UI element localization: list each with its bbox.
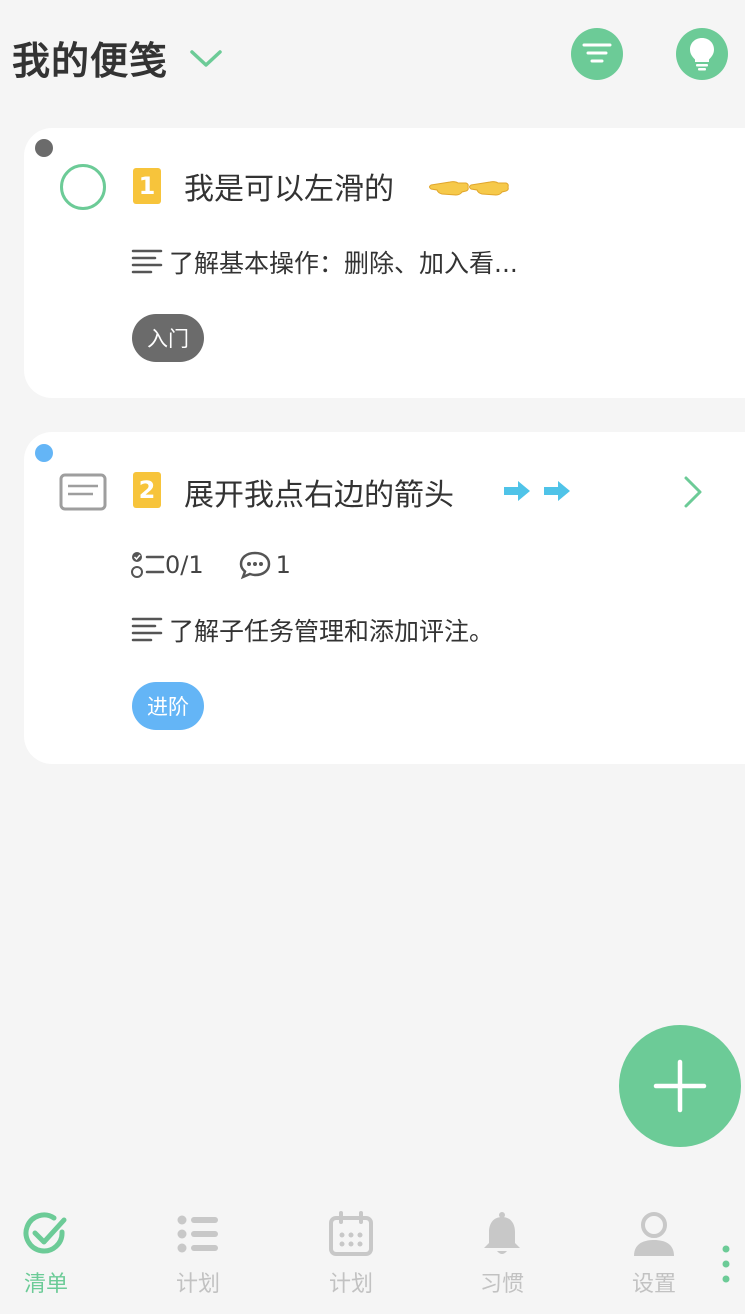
note-card[interactable]: 1 我是可以左滑的 了解基本操作：删除、加入看... 入门 bbox=[24, 128, 745, 398]
text-lines-icon bbox=[131, 617, 163, 642]
nav-item-habit[interactable]: 习惯 bbox=[442, 1210, 562, 1306]
plus-icon bbox=[653, 1059, 707, 1113]
bottom-nav: 清单 计划 计划 习惯 设置 bbox=[0, 1196, 745, 1314]
filter-button[interactable] bbox=[571, 28, 623, 80]
calendar-icon bbox=[329, 1211, 373, 1256]
description-text: 了解基本操作：删除、加入看... bbox=[169, 249, 518, 278]
page-title: 我的便笺 bbox=[12, 39, 169, 83]
card-title: 展开我点右边的箭头 bbox=[184, 478, 454, 513]
nav-label: 习惯 bbox=[479, 1272, 524, 1297]
chevron-down-icon bbox=[190, 49, 222, 67]
tag-badge[interactable]: 入门 bbox=[132, 314, 204, 362]
app-screen: 我的便笺 1 我是可以左滑的 了解基本操作：删除、加入看... 入门 2 展开我… bbox=[0, 0, 745, 1314]
lightbulb-button[interactable] bbox=[676, 28, 728, 80]
color-dot bbox=[35, 139, 53, 157]
subtask-count: 0/1 bbox=[131, 550, 204, 580]
pointing-left-icon bbox=[429, 181, 509, 196]
nav-label: 计划 bbox=[328, 1272, 373, 1297]
description-row: 了解子任务管理和添加评注。 bbox=[131, 612, 494, 648]
stats-row: 0/1 1 bbox=[131, 550, 291, 580]
note-card[interactable]: 2 展开我点右边的箭头 0/1 1 了解子任务管理和添加评注。 进阶 bbox=[24, 432, 745, 764]
description-row: 了解基本操作：删除、加入看... bbox=[131, 244, 518, 280]
title-selector[interactable]: 我的便笺 bbox=[12, 30, 224, 85]
card-title: 我是可以左滑的 bbox=[184, 172, 394, 207]
comment-text: 1 bbox=[275, 551, 291, 579]
nav-item-calendar[interactable]: 计划 bbox=[291, 1210, 411, 1306]
nav-item-list[interactable]: 清单 bbox=[0, 1210, 106, 1306]
nav-label: 清单 bbox=[23, 1272, 68, 1297]
header: 我的便笺 bbox=[0, 0, 745, 110]
nav-label: 计划 bbox=[175, 1272, 220, 1297]
priority-badge: 1 bbox=[133, 168, 161, 204]
nav-label: 设置 bbox=[631, 1272, 676, 1297]
bell-icon bbox=[484, 1212, 520, 1254]
note-card-icon bbox=[59, 473, 107, 511]
description-text: 了解子任务管理和添加评注。 bbox=[169, 617, 495, 646]
comment-icon bbox=[239, 551, 270, 580]
nav-item-plan[interactable]: 计划 bbox=[138, 1210, 258, 1306]
color-dot bbox=[35, 444, 53, 462]
text-lines-icon bbox=[131, 249, 163, 274]
filter-icon bbox=[582, 43, 612, 63]
lightbulb-icon bbox=[690, 38, 714, 71]
subtask-icon bbox=[131, 552, 165, 578]
priority-badge: 2 bbox=[133, 472, 161, 508]
checkmark-circle-icon bbox=[23, 1212, 67, 1254]
nav-item-settings[interactable]: 设置 bbox=[594, 1210, 714, 1306]
comment-count: 1 bbox=[238, 550, 291, 580]
expand-arrow-icon[interactable] bbox=[680, 474, 706, 510]
complete-checkbox[interactable] bbox=[60, 164, 106, 210]
add-note-button[interactable] bbox=[619, 1025, 741, 1147]
person-icon bbox=[634, 1212, 674, 1256]
tag-badge[interactable]: 进阶 bbox=[132, 682, 204, 730]
more-vertical-icon[interactable] bbox=[718, 1244, 734, 1284]
arrow-right-emoji-icon bbox=[504, 481, 570, 501]
list-icon bbox=[177, 1215, 218, 1253]
subtask-text: 0/1 bbox=[165, 551, 204, 579]
